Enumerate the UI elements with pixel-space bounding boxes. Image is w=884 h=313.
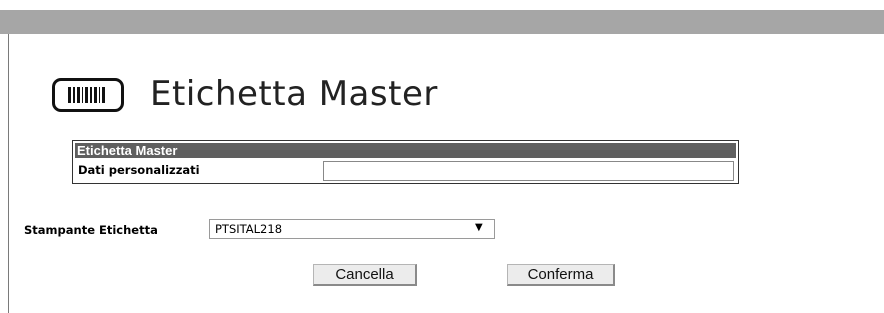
confirm-button[interactable]: Conferma (507, 264, 615, 286)
page-title: Etichetta Master (150, 74, 438, 114)
printer-select[interactable]: PTSITAL218 ▼ (209, 219, 495, 239)
panel-header: Etichetta Master (75, 143, 736, 158)
barcode-label-icon (52, 78, 124, 112)
custom-data-input[interactable] (323, 161, 734, 181)
printer-label: Stampante Etichetta (24, 223, 158, 237)
custom-data-label: Dati personalizzati (78, 163, 200, 177)
dropdown-arrow-icon: ▼ (475, 222, 483, 233)
top-bar (0, 10, 884, 34)
left-divider (8, 34, 9, 313)
custom-data-panel: Etichetta Master Dati personalizzati (72, 140, 739, 184)
printer-selected-value: PTSITAL218 (215, 222, 283, 236)
cancel-button[interactable]: Cancella (313, 264, 417, 286)
